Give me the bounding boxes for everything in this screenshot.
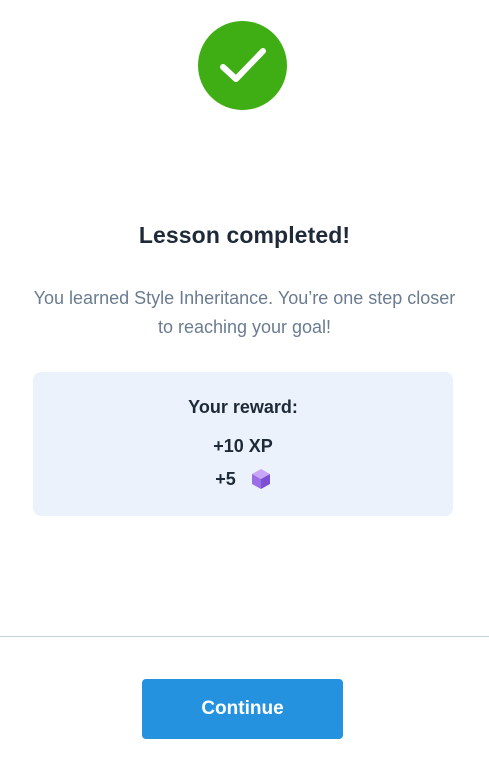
lesson-completed-message: You learned Style Inheritance. You’re on… — [33, 288, 456, 337]
reward-gems-value: +5 — [215, 468, 236, 489]
continue-button[interactable]: Continue — [142, 679, 343, 739]
gem-cube-icon — [251, 469, 270, 489]
footer-divider — [0, 636, 489, 637]
reward-heading: Your reward: — [188, 397, 298, 417]
reward-xp: +10 XP — [213, 436, 273, 456]
reward-gems: +5 — [33, 468, 453, 490]
checkmark-icon — [219, 47, 266, 82]
lesson-complete-screen: Lesson completed! You learned Style Inhe… — [0, 0, 489, 759]
reward-panel: Your reward: +10 XP +5 — [33, 372, 453, 516]
lesson-completed-title: Lesson completed! — [138, 222, 351, 248]
checkmark-circle-icon — [198, 21, 287, 110]
